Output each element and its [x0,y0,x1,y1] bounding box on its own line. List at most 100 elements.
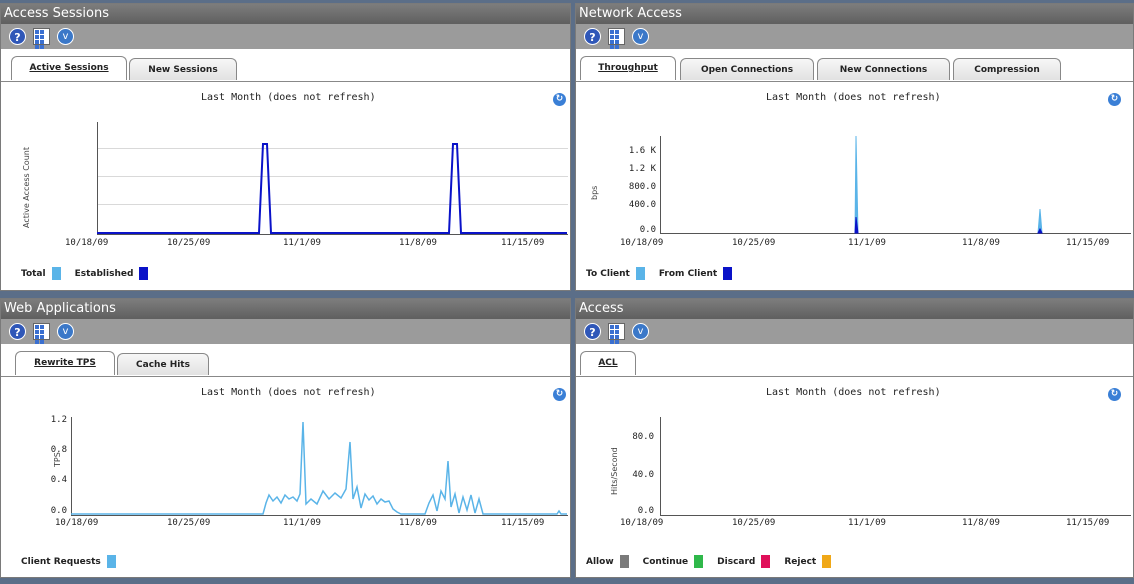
panel-title: Web Applications [1,299,570,319]
x-tick: 10/18/09 [65,238,109,248]
legend-swatch [635,267,645,280]
tab-active-sessions[interactable]: Active Sessions [11,56,127,80]
y-tick: 400.0 [628,200,656,210]
y-tick: 1.2 K [628,164,656,174]
x-tick: 11/1/09 [848,238,886,248]
x-tick: 10/18/09 [55,518,99,528]
x-tick: 10/18/09 [620,238,664,248]
x-tick: 11/8/09 [962,238,1000,248]
chart-title: Last Month (does not refresh) [201,387,376,398]
chart-title: Last Month (does not refresh) [766,387,941,398]
legend-swatch [139,267,149,280]
x-tick: 11/1/09 [848,518,886,528]
access-panel: Access ? v ACL Last Month (does not refr… [575,298,1134,578]
chart-legend: Client Requests [21,555,130,568]
help-icon[interactable]: ? [584,323,601,340]
panel-toolbar: ? v [1,319,570,349]
tab-bar: Active Sessions New Sessions [1,49,570,82]
x-tick: 10/25/09 [732,238,776,248]
y-tick: 40.0 [632,470,654,480]
tab-compression[interactable]: Compression [953,58,1061,80]
tab-open-connections[interactable]: Open Connections [680,58,814,80]
x-tick: 10/25/09 [732,518,776,528]
legend-label: Total [21,268,46,279]
legend-swatch [723,267,733,280]
plot-area [660,136,1131,234]
web-applications-panel: Web Applications ? v Rewrite TPS Cache H… [0,298,571,578]
chart-title: Last Month (does not refresh) [766,92,941,103]
tab-acl[interactable]: ACL [580,351,636,375]
chevron-down-icon[interactable]: v [57,28,74,45]
legend-swatch [51,267,61,280]
refresh-icon[interactable]: ↻ [1108,93,1121,106]
y-tick: 800.0 [628,182,656,192]
y-tick: 0.4 [50,475,67,485]
tab-new-sessions[interactable]: New Sessions [129,58,237,80]
legend-label: Discard [717,556,756,567]
legend-label: To Client [586,268,630,279]
grid-view-icon[interactable] [608,323,625,349]
x-tick: 11/15/09 [1066,518,1110,528]
x-tick: 10/25/09 [167,238,211,248]
grid-view-icon[interactable] [608,28,625,54]
tab-bar: Rewrite TPS Cache Hits [1,344,570,377]
y-tick: 0.0 [50,506,67,516]
legend-label: Client Requests [21,556,101,567]
legend-swatch [761,555,771,568]
x-tick: 11/1/09 [283,238,321,248]
legend-label: Allow [586,556,614,567]
tab-rewrite-tps[interactable]: Rewrite TPS [15,351,115,375]
x-tick: 11/8/09 [399,518,437,528]
chevron-down-icon[interactable]: v [632,28,649,45]
legend-swatch [694,555,704,568]
y-tick: 1.6 K [628,146,656,156]
legend-label: Continue [642,556,689,567]
chevron-down-icon[interactable]: v [632,323,649,340]
panel-toolbar: ? v [1,24,570,54]
y-axis-label: bps [590,185,599,200]
help-icon[interactable]: ? [9,323,26,340]
y-tick: 80.0 [632,432,654,442]
y-tick: 0.0 [639,225,656,235]
panel-title: Access Sessions [1,4,570,24]
refresh-icon[interactable]: ↻ [553,388,566,401]
tab-bar: Throughput Open Connections New Connecti… [576,49,1133,82]
chart-legend: To Client From Client [586,267,746,280]
tab-throughput[interactable]: Throughput [580,56,676,80]
y-tick: 1.2 [50,415,67,425]
chart-lines [854,135,1043,234]
x-tick: 11/15/09 [501,238,545,248]
chart-lines [71,421,567,515]
legend-swatch [106,555,116,568]
help-icon[interactable]: ? [9,28,26,45]
x-tick: 11/15/09 [1066,238,1110,248]
panel-toolbar: ? v [576,319,1133,349]
panel-title: Network Access [576,4,1133,24]
x-tick: 11/15/09 [501,518,545,528]
x-tick: 10/18/09 [620,518,664,528]
x-tick: 11/8/09 [962,518,1000,528]
legend-swatch [619,555,629,568]
legend-label: From Client [658,268,718,279]
help-icon[interactable]: ? [584,28,601,45]
x-tick: 10/25/09 [167,518,211,528]
chart-legend: Total Established [21,267,162,280]
access-sessions-panel: Access Sessions ? v Active Sessions New … [0,3,571,291]
legend-label: Established [74,268,134,279]
legend-label: Reject [784,556,817,567]
tab-new-connections[interactable]: New Connections [817,58,950,80]
network-access-panel: Network Access ? v Throughput Open Conne… [575,3,1134,291]
refresh-icon[interactable]: ↻ [553,93,566,106]
tab-cache-hits[interactable]: Cache Hits [117,353,209,375]
refresh-icon[interactable]: ↻ [1108,388,1121,401]
grid-view-icon[interactable] [33,28,50,54]
panel-toolbar: ? v [576,24,1133,54]
legend-swatch [822,555,832,568]
chart-title: Last Month (does not refresh) [201,92,376,103]
panel-title: Access [576,299,1133,319]
y-tick: 0.8 [50,445,67,455]
grid-view-icon[interactable] [33,323,50,349]
chart-legend: Allow Continue Discard Reject [586,555,845,568]
chart-lines [97,143,567,234]
chevron-down-icon[interactable]: v [57,323,74,340]
